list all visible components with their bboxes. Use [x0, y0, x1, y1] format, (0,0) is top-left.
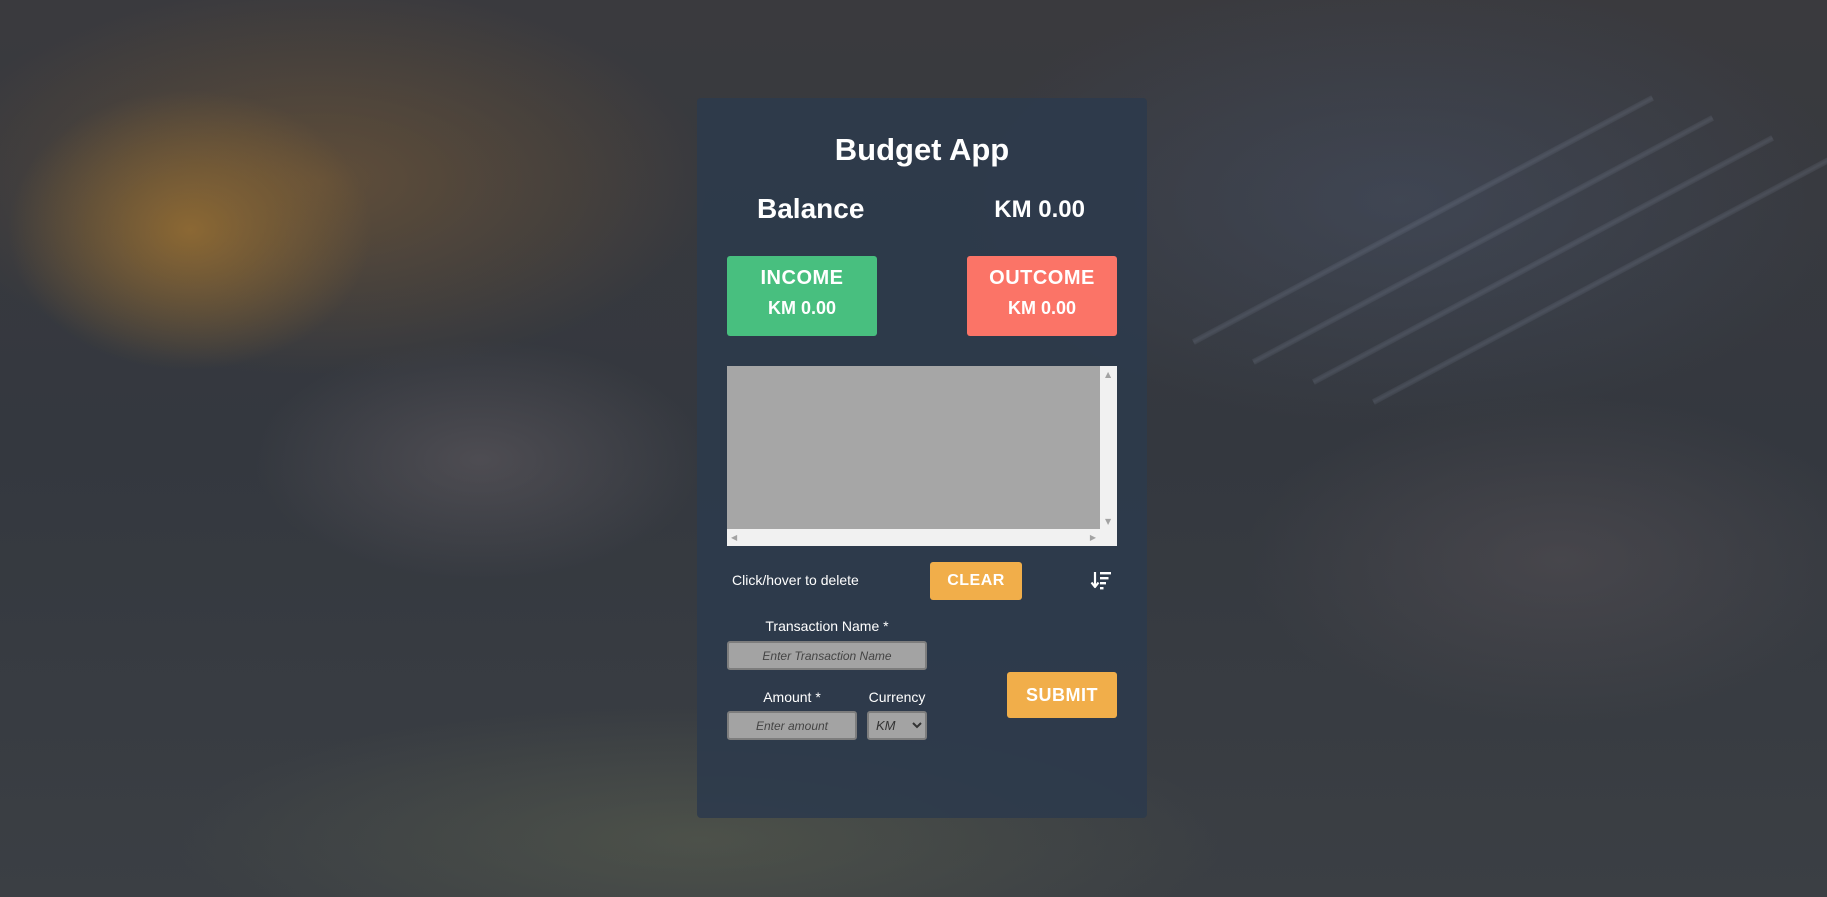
delete-hint: Click/hover to delete: [732, 572, 859, 588]
balance-label: Balance: [757, 193, 865, 224]
vertical-scrollbar[interactable]: ▲ ▼: [1100, 366, 1117, 529]
background-stripe: [1312, 135, 1774, 385]
scroll-left-icon[interactable]: ◀: [731, 534, 737, 542]
app-title: Budget App: [834, 132, 1010, 167]
income-amount: KM 0.00: [767, 298, 837, 318]
amount-input[interactable]: [727, 711, 857, 740]
transaction-name-input[interactable]: [727, 641, 927, 670]
income-label: INCOME: [760, 267, 844, 289]
amount-label: Amount *: [763, 689, 821, 705]
scrollbar-corner: [1100, 529, 1117, 546]
clear-button[interactable]: CLEAR: [930, 562, 1022, 600]
scroll-down-icon[interactable]: ▼: [1105, 518, 1111, 526]
scroll-right-icon[interactable]: ▶: [1090, 534, 1096, 542]
outcome-box[interactable]: OUTCOME KM 0.00: [967, 256, 1117, 336]
income-box[interactable]: INCOME KM 0.00: [727, 256, 877, 336]
background-stripe: [1192, 95, 1654, 345]
outcome-label: OUTCOME: [989, 267, 1095, 289]
submit-button[interactable]: SUBMIT: [1007, 672, 1117, 718]
background-stripe: [1252, 115, 1714, 365]
horizontal-scrollbar[interactable]: ◀ ▶: [727, 529, 1100, 546]
budget-app-card: Budget App Balance KM 0.00 INCOME KM 0.0…: [697, 98, 1147, 818]
sort-descending-icon[interactable]: [1089, 568, 1113, 592]
currency-select[interactable]: KM: [867, 711, 927, 740]
currency-label: Currency: [868, 689, 926, 705]
background-stripe: [1372, 155, 1827, 405]
scroll-up-icon[interactable]: ▲: [1105, 371, 1111, 379]
balance-value: KM 0.00: [994, 196, 1085, 223]
outcome-amount: KM 0.00: [1007, 298, 1077, 318]
transaction-list[interactable]: ▲ ▼ ◀ ▶: [727, 366, 1117, 546]
transaction-name-label: Transaction Name *: [765, 618, 889, 634]
